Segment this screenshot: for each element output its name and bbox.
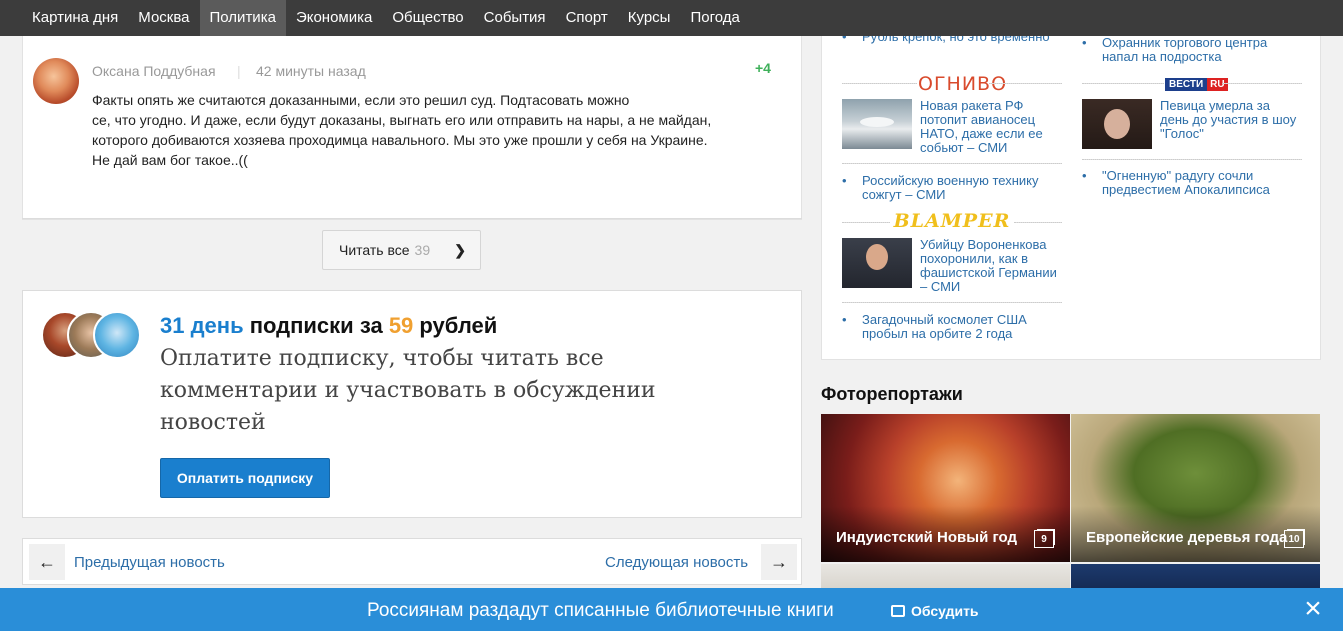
divider [1014, 222, 1062, 223]
nav-item-politika[interactable]: Политика [199, 0, 286, 36]
comment-icon [891, 605, 905, 617]
comment-line: се, что угодно. И даже, если будут доказ… [92, 112, 712, 128]
sidebar: • Рубль крепок, но это временно ОГНИВО Н… [821, 30, 1321, 604]
photo-count-badge: 9 [1034, 530, 1054, 548]
photo-tile[interactable]: Европейские деревья года 10 [1071, 414, 1320, 562]
news-headline[interactable]: Новая ракета РФ потопит авианосец НАТО, … [920, 99, 1062, 155]
bullet-icon: • [1082, 168, 1087, 183]
news-thumbnail[interactable] [842, 99, 912, 149]
promo-price: 59 [388, 313, 414, 338]
nav-item-obshchestvo[interactable]: Общество [382, 0, 473, 36]
comment-line: Факты опять же считаются доказанными, ес… [92, 92, 630, 108]
ognivo-logo[interactable]: ОГНИВО [918, 73, 1006, 95]
nav-item-ekonomika[interactable]: Экономика [286, 0, 382, 36]
divider [842, 83, 917, 84]
divider [842, 222, 890, 223]
photo-caption: Европейские деревья года [1086, 529, 1288, 546]
nav-item-kursy[interactable]: Курсы [618, 0, 681, 36]
next-news-link[interactable]: Следующая новость [605, 554, 748, 571]
news-link[interactable]: Охранник торгового центра напал на подро… [1102, 36, 1302, 64]
blamper-logo[interactable]: BLAMPER [890, 210, 1014, 232]
subscription-promo: 31 день подписки за 59 рублей Оплатите п… [22, 290, 802, 518]
vesti-logo-ru: RU [1207, 77, 1228, 91]
photo-count-badge: 10 [1284, 530, 1304, 548]
photo-caption: Индуистский Новый год [836, 529, 1018, 546]
news-thumbnail[interactable] [1082, 99, 1152, 149]
bullet-icon: • [842, 173, 847, 188]
nav-item-sport[interactable]: Спорт [556, 0, 618, 36]
comment-score: +4 [755, 60, 771, 76]
divider [22, 218, 802, 219]
bullet-icon: • [842, 312, 847, 327]
divider [1222, 83, 1302, 84]
divider [1082, 83, 1164, 84]
comment-line: Не дай вам бог такое..(( [92, 152, 248, 168]
comment-text: Факты опять же считаются доказанными, ес… [92, 90, 782, 170]
prev-news-link[interactable]: Предыдущая новость [74, 554, 225, 571]
news-link[interactable]: Загадочный космолет США пробыл на орбите… [862, 313, 1062, 341]
promo-subtitle: Оплатите подписку, чтобы читать все комм… [160, 346, 656, 435]
discuss-button[interactable]: Обсудить [891, 603, 979, 619]
comment-author[interactable]: Оксана Поддубная [92, 63, 216, 79]
news-headline[interactable]: Певица умерла за день до участия в шоу "… [1160, 99, 1302, 141]
avatar [93, 311, 141, 359]
divider [1082, 159, 1302, 160]
nav-item-pogoda[interactable]: Погода [680, 0, 749, 36]
nav-item-kartina-dnya[interactable]: Картина дня [22, 0, 128, 36]
comment-separator: | [237, 63, 241, 79]
vesti-logo[interactable]: ВЕСТИ RU [1165, 76, 1228, 92]
divider [989, 83, 1062, 84]
close-icon[interactable]: × [1302, 594, 1324, 624]
partner-news-box: • Рубль крепок, но это временно ОГНИВО Н… [821, 30, 1321, 360]
avatar[interactable] [33, 58, 79, 104]
discuss-label: Обсудить [911, 603, 979, 619]
photo-reports-title[interactable]: Фоторепортажи [821, 384, 963, 405]
comment-line: которого добиваются хозяева проходимца н… [92, 132, 708, 148]
read-all-label: Читать все [339, 242, 410, 258]
photo-tile[interactable]: Индуистский Новый год 9 [821, 414, 1070, 562]
news-thumbnail[interactable] [842, 238, 912, 288]
promo-tail: рублей [413, 313, 498, 338]
promo-days: 31 день [160, 313, 244, 338]
comment: Оксана Поддубная | 42 минуты назад +4 Фа… [22, 36, 802, 220]
bullet-icon: • [1082, 35, 1087, 50]
arrow-left-icon[interactable]: ← [29, 544, 65, 580]
vesti-logo-text: ВЕСТИ [1165, 77, 1208, 91]
nav-item-moskva[interactable]: Москва [128, 0, 199, 36]
news-headline[interactable]: Убийцу Вороненкова похоронили, как в фаш… [920, 238, 1062, 294]
promo-avatars [41, 311, 141, 361]
read-all-area: Читать все 39 ❯ [22, 218, 802, 284]
main-column: Оксана Поддубная | 42 минуты назад +4 Фа… [0, 36, 812, 596]
news-link[interactable]: "Огненную" радугу сочли предвестием Апок… [1102, 169, 1302, 197]
divider [842, 302, 1062, 303]
notification-headline[interactable]: Россиянам раздадут списанные библиотечны… [367, 600, 834, 622]
nav-item-sobytiya[interactable]: События [474, 0, 556, 36]
promo-mid: подписки за [243, 313, 389, 338]
divider [842, 163, 1062, 164]
article-pager: ← Предыдущая новость Следующая новость → [22, 538, 802, 585]
read-all-count: 39 [414, 242, 431, 258]
promo-headline: 31 день подписки за 59 рублей [160, 313, 497, 339]
chevron-down-icon: ❯ [454, 242, 466, 258]
news-notification-bar: Россиянам раздадут списанные библиотечны… [0, 588, 1343, 631]
arrow-right-icon[interactable]: → [761, 544, 797, 580]
comment-time: 42 минуты назад [256, 63, 366, 79]
news-link[interactable]: Российскую военную технику сожгут – СМИ [862, 174, 1062, 202]
pay-subscription-button[interactable]: Оплатить подписку [160, 458, 330, 498]
read-all-button[interactable]: Читать все 39 ❯ [322, 230, 481, 270]
top-nav: Картина дня Москва Политика Экономика Об… [0, 0, 1343, 36]
